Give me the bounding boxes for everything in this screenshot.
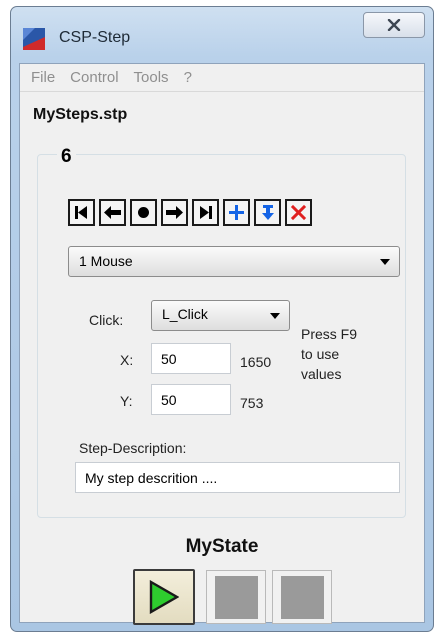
y-screen-value: 753	[240, 395, 264, 411]
y-input[interactable]	[151, 384, 231, 415]
x-label: X:	[120, 352, 134, 368]
arrow-right-icon	[166, 206, 183, 219]
title-bar[interactable]: CSP-Step	[11, 7, 433, 59]
step-description-label: Step-Description:	[79, 440, 187, 456]
click-value: L_Click	[162, 306, 208, 322]
click-select[interactable]: L_Click	[151, 300, 290, 331]
app-window: CSP-Step File Control Tools ? MySteps.st…	[10, 6, 434, 632]
client-area: File Control Tools ? MySteps.stp 6 1 Mou…	[19, 63, 425, 625]
menu-tools[interactable]: Tools	[134, 69, 169, 86]
step-toolbar	[68, 199, 312, 226]
state-label: MyState	[185, 536, 259, 557]
delete-step-button[interactable]	[285, 199, 312, 226]
y-label: Y:	[120, 393, 133, 409]
dot-icon	[138, 207, 149, 218]
record-step-button[interactable]	[130, 199, 157, 226]
play-icon	[149, 580, 179, 614]
chevron-down-icon	[270, 313, 280, 319]
last-step-button[interactable]	[192, 199, 219, 226]
gray-square-icon	[214, 575, 258, 619]
x-screen-value: 1650	[240, 354, 272, 370]
add-step-button[interactable]	[223, 199, 250, 226]
plus-icon	[229, 205, 244, 220]
delete-x-icon	[290, 204, 307, 221]
menu-file[interactable]: File	[31, 69, 55, 86]
skip-last-icon	[200, 206, 212, 219]
arrow-left-icon	[104, 206, 121, 219]
app-icon	[23, 28, 45, 50]
step-type-value: 1 Mouse	[79, 253, 133, 269]
close-button[interactable]	[363, 12, 425, 38]
stop-button[interactable]	[272, 570, 332, 624]
play-button[interactable]	[133, 569, 195, 625]
menu-bar: File Control Tools ?	[20, 64, 424, 90]
next-step-button[interactable]	[161, 199, 188, 226]
insert-step-button[interactable]	[254, 199, 281, 226]
insert-down-icon	[262, 205, 274, 220]
previous-step-button[interactable]	[99, 199, 126, 226]
menu-control[interactable]: Control	[70, 69, 118, 86]
skip-first-icon	[75, 206, 87, 219]
step-description-input[interactable]	[75, 462, 400, 493]
step-number: 6	[57, 146, 76, 168]
step-type-select[interactable]: 1 Mouse	[68, 246, 400, 277]
window-title: CSP-Step	[59, 29, 131, 46]
click-label: Click:	[89, 312, 124, 328]
gray-square-icon	[280, 575, 324, 619]
chevron-down-icon	[380, 259, 390, 265]
pause-button[interactable]	[206, 570, 266, 624]
first-step-button[interactable]	[68, 199, 95, 226]
f9-hint: Press F9 to use values	[301, 326, 358, 382]
close-icon	[387, 19, 401, 31]
menu-help[interactable]: ?	[184, 69, 192, 86]
x-input[interactable]	[151, 343, 231, 374]
menu-divider	[20, 91, 424, 92]
file-name: MySteps.stp	[33, 106, 128, 123]
